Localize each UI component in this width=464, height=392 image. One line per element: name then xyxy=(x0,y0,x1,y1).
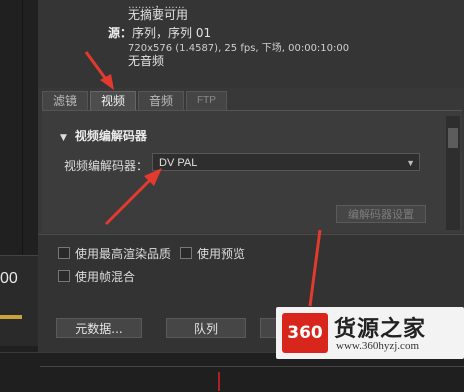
section-title: 视频编解码器 xyxy=(74,129,147,143)
metadata-button[interactable]: 元数据... xyxy=(56,318,142,338)
use-previews-label: 使用预览 xyxy=(197,247,246,261)
codec-settings-button[interactable]: 编解码器设置 xyxy=(336,205,426,223)
playhead-marker[interactable] xyxy=(218,372,220,391)
video-codec-section-header[interactable]: ▼ 视频编解码器 xyxy=(60,127,147,144)
left-panel: 00 xyxy=(0,0,38,391)
tab-audio[interactable]: 音频 xyxy=(138,91,185,110)
settings-tabs: 滤镜 视频 音频 FTP xyxy=(42,91,229,111)
frame-blending-option[interactable]: 使用帧混合 xyxy=(58,268,135,285)
tab-ftp[interactable]: FTP xyxy=(186,91,227,110)
annotation-arrow-codec xyxy=(104,168,162,226)
work-area-bar[interactable] xyxy=(0,315,22,319)
watermark-logo: 360 xyxy=(282,313,328,353)
watermark-url: www.360hyzj.com xyxy=(336,340,419,352)
source-label: 源： xyxy=(108,26,133,40)
use-previews-option[interactable]: 使用预览 xyxy=(180,245,245,262)
summary-no-summary: 无摘要可用 xyxy=(128,8,189,22)
timecode-ruler xyxy=(0,255,38,346)
frame-blending-label: 使用帧混合 xyxy=(75,270,136,284)
watermark-title: 货源之家 xyxy=(334,317,427,342)
timecode-fragment: 00 xyxy=(0,270,18,287)
watermark: 360 货源之家 www.360hyzj.com xyxy=(276,307,464,359)
timeline-track-line xyxy=(40,366,464,367)
codec-dropdown[interactable]: DV PAL ▼ xyxy=(152,153,420,171)
source-value: 序列，序列 01 xyxy=(132,26,212,40)
annotation-arrow-video-tab xyxy=(84,51,114,90)
no-audio: 无音频 xyxy=(128,54,165,68)
frame-blending-checkbox[interactable] xyxy=(58,270,70,282)
annotation-arrow-bottom xyxy=(308,229,322,307)
max-render-quality-label: 使用最高渲染品质 xyxy=(75,247,172,261)
queue-button[interactable]: 队列 xyxy=(166,318,246,338)
use-previews-checkbox[interactable] xyxy=(180,247,192,259)
max-render-quality-option[interactable]: 使用最高渲染品质 xyxy=(58,245,171,262)
left-divider xyxy=(22,0,23,260)
scrollbar-thumb[interactable] xyxy=(448,128,458,148)
panel-scrollbar[interactable] xyxy=(446,116,460,230)
max-render-quality-checkbox[interactable] xyxy=(58,247,70,259)
collapse-triangle-icon: ▼ xyxy=(60,133,67,143)
chevron-down-icon: ▼ xyxy=(406,158,415,168)
